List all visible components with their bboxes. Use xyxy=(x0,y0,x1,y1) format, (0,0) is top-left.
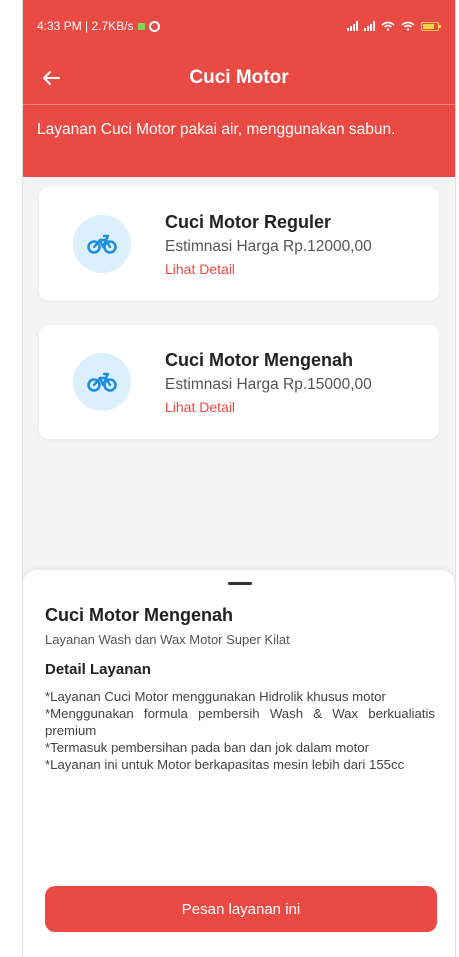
battery-icon xyxy=(421,21,441,31)
detail-bottom-sheet: Cuci Motor Mengenah Layanan Wash dan Wax… xyxy=(23,570,455,957)
app-bar: Cuci Motor xyxy=(23,52,455,105)
sheet-subtitle: Layanan Wash dan Wax Motor Super Kilat xyxy=(45,632,290,647)
data-saver-icon xyxy=(137,22,145,30)
service-card-mengenah[interactable]: Cuci Motor Mengenah Estimnasi Harga Rp.1… xyxy=(39,325,439,439)
detail-item: *Termasuk pembersihan pada ban dan jok d… xyxy=(45,740,370,755)
signal-icon xyxy=(364,21,375,31)
wifi-icon xyxy=(401,21,415,31)
detail-item: *Layanan ini untuk Motor berkapasitas me… xyxy=(45,757,405,772)
detail-item: *Menggunakan formula pembersih Wash & Wa… xyxy=(45,706,435,738)
detail-item: *Layanan Cuci Motor menggunakan Hidrolik… xyxy=(45,689,386,704)
service-card-reguler[interactable]: Cuci Motor Reguler Estimnasi Harga Rp.12… xyxy=(39,187,439,301)
arrow-left-icon xyxy=(43,71,60,85)
sheet-section-title: Detail Layanan xyxy=(45,661,151,678)
sheet-title: Cuci Motor Mengenah xyxy=(45,605,233,625)
settings-icon xyxy=(148,20,160,32)
phone-screen: 4:33 PM | 2.7KB/s Cuci Motor Layanan Cuc… xyxy=(22,0,456,957)
page-title: Cuci Motor xyxy=(189,67,289,88)
service-card-text: Cuci Motor Reguler Estimnasi Harga Rp.12… xyxy=(165,212,372,277)
info-banner: Layanan Cuci Motor pakai air, menggunaka… xyxy=(23,105,455,177)
status-bar: 4:33 PM | 2.7KB/s xyxy=(23,0,455,52)
detail-link[interactable]: Lihat Detail xyxy=(165,399,372,415)
service-price: Estimnasi Harga Rp.15000,00 xyxy=(165,375,372,393)
service-price: Estimnasi Harga Rp.12000,00 xyxy=(165,237,372,255)
service-title: Cuci Motor Mengenah xyxy=(165,349,353,370)
sheet-drag-handle[interactable] xyxy=(228,582,252,585)
detail-link[interactable]: Lihat Detail xyxy=(165,261,372,277)
wifi-icon xyxy=(381,21,395,31)
signal-icon xyxy=(347,21,358,31)
service-list: Cuci Motor Reguler Estimnasi Harga Rp.12… xyxy=(23,177,455,439)
status-time: 4:33 PM | 2.7KB/s xyxy=(37,19,134,33)
motorcycle-icon xyxy=(73,215,131,273)
service-card-text: Cuci Motor Mengenah Estimnasi Harga Rp.1… xyxy=(165,350,372,415)
motorcycle-icon xyxy=(73,353,131,411)
status-right xyxy=(347,21,441,31)
service-title: Cuci Motor Reguler xyxy=(165,211,332,232)
status-left: 4:33 PM | 2.7KB/s xyxy=(37,19,160,33)
back-button[interactable] xyxy=(31,58,71,98)
order-service-button[interactable]: Pesan layanan ini xyxy=(45,886,437,932)
